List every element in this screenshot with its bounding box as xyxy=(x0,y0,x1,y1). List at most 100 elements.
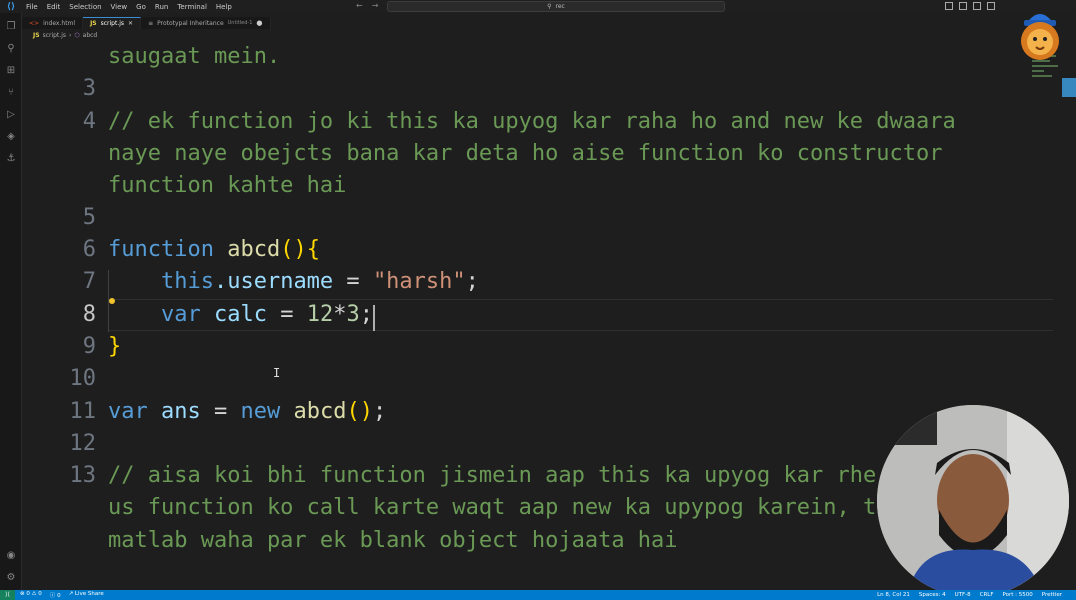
tab-script-js[interactable]: JS script.js ✕ xyxy=(83,17,142,29)
editor-tabs: <> index.html JS script.js ✕ ≡ Prototypa… xyxy=(22,17,271,29)
live-share-button[interactable]: ↗ Live Share xyxy=(69,591,104,599)
code-line-var-ans: var ans = new abcd(); xyxy=(108,399,386,424)
number-token: 12 xyxy=(306,302,334,327)
nav-arrows: ←→ xyxy=(356,1,387,10)
vscode-logo-icon: ⟨⟩ xyxy=(6,1,16,12)
code-comment-line: // ek function jo ki this ka upyog kar r… xyxy=(108,109,956,134)
customize-layout-icon[interactable] xyxy=(987,2,995,10)
breadcrumb-file[interactable]: script.js xyxy=(43,32,66,39)
back-arrow-icon[interactable]: ← xyxy=(356,1,372,10)
code-comment-line: // aisa koi bhi function jismein aap thi… xyxy=(108,463,877,488)
brace-token: { xyxy=(306,237,320,262)
search-icon[interactable]: ⚲ xyxy=(5,43,17,55)
accounts-icon[interactable]: ◉ xyxy=(5,550,17,562)
run-debug-icon[interactable]: ▷ xyxy=(5,109,17,121)
settings-gear-icon[interactable]: ⚙ xyxy=(5,572,17,584)
keyword-token: var xyxy=(160,302,201,327)
remote-explorer-icon[interactable]: ◈ xyxy=(5,131,17,143)
paren-token: () xyxy=(280,237,307,262)
operator-token: = xyxy=(333,269,373,294)
prettier-status[interactable]: Prettier xyxy=(1042,592,1062,598)
code-comment-line: us function ko call karte waqt aap new k… xyxy=(108,495,877,520)
operator-token: * xyxy=(333,302,347,327)
toggle-secondary-sidebar-icon[interactable] xyxy=(973,2,981,10)
info-count: 0 xyxy=(57,593,61,599)
function-symbol-icon: ⬡ xyxy=(74,32,80,39)
source-control-icon[interactable]: ⑂ xyxy=(5,87,17,99)
code-comment-line: function kahte hai xyxy=(108,173,347,198)
line-number: 3 xyxy=(82,76,96,101)
chevron-right-icon: › xyxy=(68,32,72,39)
menu-view[interactable]: View xyxy=(111,3,128,11)
problems-indicator[interactable]: ⊗ 0 ⚠ 0 xyxy=(20,591,42,599)
encoding[interactable]: UTF-8 xyxy=(955,592,971,598)
unsaved-dot-icon[interactable]: ● xyxy=(256,19,262,27)
status-bar: ⟩⟨ ⊗ 0 ⚠ 0 ⓘ 0 ↗ Live Share Ln 8, Col 21… xyxy=(0,590,1076,600)
menu-selection[interactable]: Selection xyxy=(69,3,101,11)
explorer-icon[interactable]: ❐ xyxy=(5,21,17,33)
code-line-this-username: this.username = "harsh"; xyxy=(108,269,479,294)
code-line-function-decl: function abcd(){ xyxy=(108,237,320,262)
menu-file[interactable]: File xyxy=(26,3,38,11)
command-center-search[interactable]: ⚲ rec xyxy=(387,1,725,12)
html-file-icon: <> xyxy=(29,19,40,27)
js-file-icon: JS xyxy=(33,32,40,39)
line-number: 4 xyxy=(82,109,96,134)
tab-sublabel: Untitled-1 xyxy=(227,20,253,26)
close-icon[interactable]: ✕ xyxy=(128,20,133,27)
scrollbar-thumb[interactable] xyxy=(1062,78,1076,97)
code-comment-line: saugaat mein. xyxy=(108,44,281,69)
line-number: 9 xyxy=(82,334,96,359)
remote-indicator-icon[interactable]: ⟩⟨ xyxy=(0,590,15,600)
command-center-text: rec xyxy=(555,3,565,10)
operator-token: = xyxy=(266,302,307,327)
line-number: 6 xyxy=(82,237,96,262)
end-of-line[interactable]: CRLF xyxy=(980,592,994,598)
error-count: 0 xyxy=(26,591,30,597)
lightbulb-icon[interactable] xyxy=(109,298,115,304)
forward-arrow-icon[interactable]: → xyxy=(372,1,388,10)
function-name-token: abcd xyxy=(227,237,281,262)
number-token: 3 xyxy=(346,302,360,327)
tab-label: Prototypal Inheritance xyxy=(157,19,224,27)
line-number: 10 xyxy=(69,366,97,391)
indentation[interactable]: Spaces: 4 xyxy=(919,592,946,598)
brace-token: } xyxy=(108,334,122,359)
activity-bar: ❐ ⚲ ⊞ ⑂ ▷ ◈ ⚓ ◉ ⚙ xyxy=(0,13,22,590)
menu-terminal[interactable]: Terminal xyxy=(177,3,207,11)
js-file-icon: JS xyxy=(90,20,97,27)
extensions-icon[interactable]: ⊞ xyxy=(5,65,17,77)
operator-token: = xyxy=(200,399,241,424)
menu-edit[interactable]: Edit xyxy=(47,3,61,11)
tab-prototypal-inheritance[interactable]: ≡ Prototypal Inheritance Untitled-1 ● xyxy=(141,17,271,29)
info-indicator[interactable]: ⓘ 0 xyxy=(50,591,61,599)
tab-index-html[interactable]: <> index.html xyxy=(22,17,84,29)
keyword-token: var xyxy=(108,399,148,424)
live-server-port[interactable]: Port : 5500 xyxy=(1003,592,1033,598)
live-share-icon: ↗ xyxy=(68,591,74,597)
tab-label: script.js xyxy=(100,20,125,27)
cursor-position[interactable]: Ln 8, Col 21 xyxy=(877,592,910,598)
menu-bar: File Edit Selection View Go Run Terminal… xyxy=(26,3,232,11)
live-share-label: Live Share xyxy=(74,591,104,597)
toggle-panel-icon[interactable] xyxy=(959,2,967,10)
menu-help[interactable]: Help xyxy=(216,3,232,11)
error-icon: ⊗ xyxy=(20,591,25,597)
line-number: 12 xyxy=(69,431,97,456)
menu-run[interactable]: Run xyxy=(155,3,168,11)
breadcrumb-symbol[interactable]: abcd xyxy=(83,32,98,39)
live-share-icon[interactable]: ⚓ xyxy=(5,153,17,165)
search-icon: ⚲ xyxy=(547,3,552,10)
webcam-overlay xyxy=(877,405,1069,597)
toggle-sidebar-icon[interactable] xyxy=(945,2,953,10)
property-token: .username xyxy=(213,269,334,294)
menu-go[interactable]: Go xyxy=(136,3,146,11)
breadcrumb: JS script.js › ⬡ abcd xyxy=(33,32,97,39)
code-comment-line: matlab waha par ek blank object hojaata … xyxy=(108,528,678,553)
string-token: "harsh" xyxy=(372,269,466,294)
code-comment-line: naye naye obejcts bana kar deta ho aise … xyxy=(108,141,943,166)
mouse-ibeam-icon: I xyxy=(273,366,281,380)
file-icon: ≡ xyxy=(148,19,154,27)
code-line-var-calc: var calc = 12*3; xyxy=(108,302,373,327)
warning-count: 0 xyxy=(38,591,42,597)
